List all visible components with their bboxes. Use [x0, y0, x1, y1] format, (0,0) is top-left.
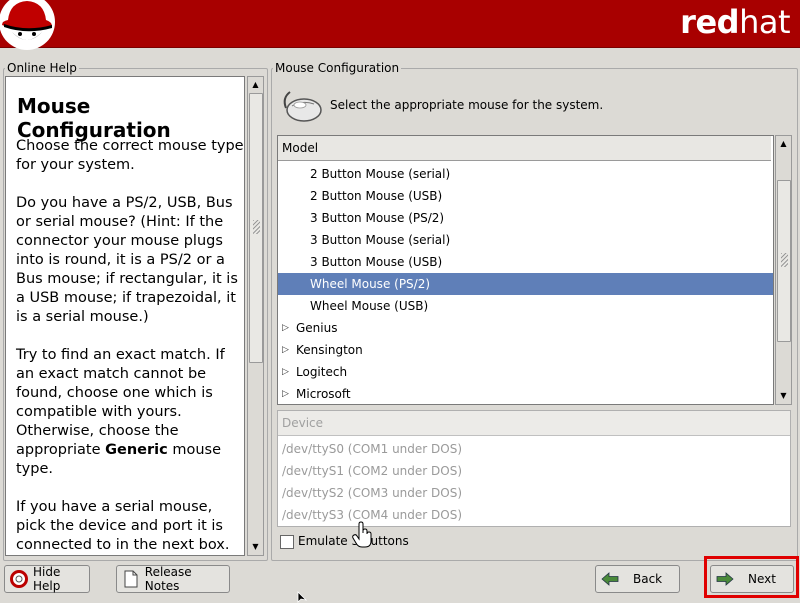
- tree-row-label: 3 Button Mouse (serial): [310, 233, 451, 247]
- tree-group-row[interactable]: ▷ Genius: [278, 317, 773, 339]
- shadowman-logo-icon: [0, 0, 55, 50]
- mouse-icon: [283, 91, 322, 122]
- help-scroll-thumb[interactable]: [249, 93, 263, 363]
- arrow-cursor-icon: [297, 591, 308, 603]
- scroll-down-icon[interactable]: ▼: [248, 539, 263, 554]
- tree-item-row[interactable]: Wheel Mouse (USB): [278, 295, 773, 317]
- tree-item-row[interactable]: Wheel Mouse (PS/2): [278, 273, 773, 295]
- document-icon: [122, 570, 140, 588]
- help-text: Choose the correct mouse type for your s…: [16, 137, 244, 555]
- next-button-highlight: [704, 556, 799, 598]
- help-paragraph: Try to find an exact match. If an exact …: [16, 347, 225, 477]
- device-row[interactable]: /dev/ttyS2 (COM3 under DOS): [282, 482, 462, 504]
- scroll-up-icon[interactable]: ▲: [248, 77, 263, 92]
- device-row[interactable]: /dev/ttyS0 (COM1 under DOS): [282, 438, 462, 460]
- lifebuoy-icon: [10, 570, 28, 588]
- model-scrollbar[interactable]: ▲ ▼: [775, 135, 792, 405]
- online-help-label: Online Help: [5, 61, 79, 75]
- model-tree[interactable]: Model 2 Button Mouse (serial) 2 Button Mo…: [277, 135, 774, 405]
- help-scrollbar[interactable]: ▲ ▼: [247, 76, 264, 556]
- help-panel: Mouse Configuration Choose the correct m…: [5, 76, 245, 556]
- back-button[interactable]: Back: [595, 565, 680, 593]
- expander-icon[interactable]: ▷: [282, 383, 289, 404]
- tree-row-label: Logitech: [296, 365, 348, 379]
- help-title: Mouse Configuration: [17, 94, 171, 142]
- tree-row-label: Kensington: [296, 343, 363, 357]
- expander-icon[interactable]: ▷: [282, 317, 289, 339]
- back-label: Back: [633, 572, 663, 586]
- help-paragraph: Choose the correct mouse type for your s…: [16, 138, 244, 173]
- scroll-up-icon[interactable]: ▲: [776, 136, 791, 151]
- model-column-header[interactable]: Model: [278, 136, 771, 161]
- release-notes-label: Release Notes: [144, 565, 192, 593]
- hand-cursor-icon: [352, 521, 372, 548]
- expander-icon[interactable]: ▷: [282, 361, 289, 383]
- tree-item-row[interactable]: 2 Button Mouse (USB): [278, 185, 773, 207]
- redhat-banner: redhat: [0, 0, 800, 50]
- device-list[interactable]: Device /dev/ttyS0 (COM1 under DOS) /dev/…: [277, 410, 791, 527]
- tree-row-label: 3 Button Mouse (USB): [310, 255, 443, 269]
- tree-row-label: Wheel Mouse (USB): [310, 299, 429, 313]
- tree-item-row[interactable]: 3 Button Mouse (serial): [278, 229, 773, 251]
- tree-item-row[interactable]: 3 Button Mouse (USB): [278, 251, 773, 273]
- help-paragraph: If you have a serial mouse, pick the dev…: [16, 499, 230, 553]
- scroll-down-icon[interactable]: ▼: [776, 388, 791, 403]
- tree-group-row[interactable]: ▷ Logitech: [278, 361, 773, 383]
- tree-item-row[interactable]: 3 Button Mouse (PS/2): [278, 207, 773, 229]
- device-row[interactable]: /dev/ttyS1 (COM2 under DOS): [282, 460, 462, 482]
- hide-help-button[interactable]: Hide Help: [4, 565, 90, 593]
- instruction-text: Select the appropriate mouse for the sys…: [330, 98, 604, 112]
- device-header-label: Device: [282, 416, 324, 430]
- tree-row-label: 2 Button Mouse (USB): [310, 189, 443, 203]
- release-notes-button[interactable]: Release Notes: [116, 565, 230, 593]
- tree-row-label: 3 Button Mouse (PS/2): [310, 211, 445, 225]
- redhat-wordmark: redhat: [680, 3, 790, 41]
- grip-icon: [253, 220, 260, 234]
- mouse-config-label: Mouse Configuration: [273, 61, 402, 75]
- tree-row-label: Microsoft: [296, 387, 351, 401]
- help-paragraph: Do you have a PS/2, USB, Bus or serial m…: [16, 195, 238, 325]
- model-header-label: Model: [282, 141, 319, 155]
- device-column-header: Device: [278, 411, 790, 436]
- tree-row-label: 2 Button Mouse (serial): [310, 167, 451, 181]
- model-scroll-thumb[interactable]: [777, 180, 791, 342]
- tree-item-row[interactable]: 2 Button Mouse (serial): [278, 163, 773, 185]
- emulate-3-buttons-checkbox[interactable]: [280, 535, 294, 549]
- tree-group-row[interactable]: ▷ Kensington: [278, 339, 773, 361]
- arrow-left-icon: [601, 570, 619, 588]
- expander-icon[interactable]: ▷: [282, 339, 289, 361]
- tree-row-label: Genius: [296, 321, 338, 335]
- hide-help-label: Hide Help: [33, 565, 61, 593]
- tree-row-label: Wheel Mouse (PS/2): [310, 277, 431, 291]
- tree-group-row[interactable]: ▷ Microsoft: [278, 383, 773, 404]
- grip-icon: [781, 253, 788, 267]
